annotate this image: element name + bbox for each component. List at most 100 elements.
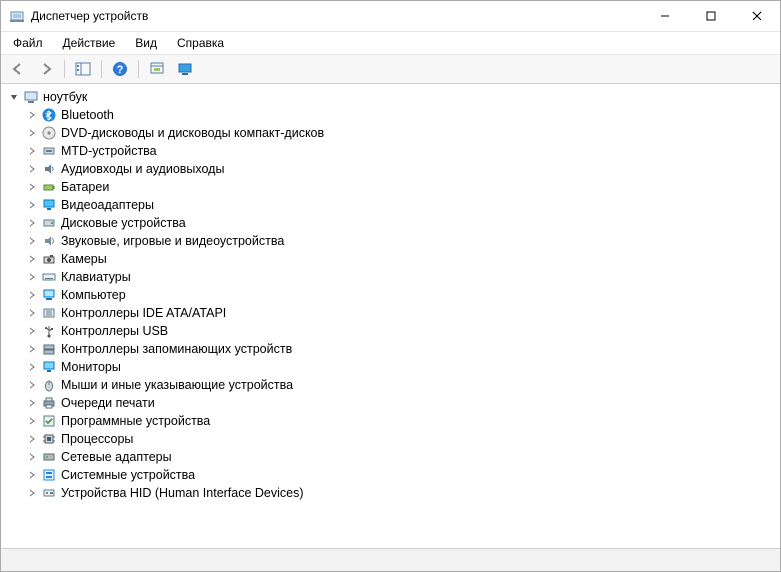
printer-icon <box>41 395 57 411</box>
tree-category-node[interactable]: Компьютер <box>3 286 778 304</box>
tree-category-node[interactable]: Клавиатуры <box>3 268 778 286</box>
tree-category-node[interactable]: Батареи <box>3 178 778 196</box>
chevron-right-icon[interactable] <box>25 108 39 122</box>
tree-category-node[interactable]: Bluetooth <box>3 106 778 124</box>
tree-category-node[interactable]: Камеры <box>3 250 778 268</box>
tree-category-label: Мыши и иные указывающие устройства <box>61 376 293 394</box>
tree-root-node[interactable]: ноутбук <box>3 88 778 106</box>
tree-category-node[interactable]: Мыши и иные указывающие устройства <box>3 376 778 394</box>
tree-category-node[interactable]: Очереди печати <box>3 394 778 412</box>
tree-category-label: Программные устройства <box>61 412 210 430</box>
chevron-right-icon[interactable] <box>25 288 39 302</box>
chevron-right-icon[interactable] <box>25 360 39 374</box>
mtd-icon <box>41 143 57 159</box>
tree-category-node[interactable]: Мониторы <box>3 358 778 376</box>
window-controls <box>642 1 780 31</box>
toolbar-separator <box>138 60 139 78</box>
tree-category-node[interactable]: Контроллеры запоминающих устройств <box>3 340 778 358</box>
menu-help[interactable]: Справка <box>169 34 232 52</box>
tree-category-node[interactable]: Системные устройства <box>3 466 778 484</box>
app-icon <box>9 8 25 24</box>
computer-icon <box>41 287 57 303</box>
chevron-right-icon[interactable] <box>25 162 39 176</box>
help-button[interactable]: ? <box>107 57 133 81</box>
window-title: Диспетчер устройств <box>31 9 642 23</box>
keyboard-icon <box>41 269 57 285</box>
tree-category-label: Процессоры <box>61 430 133 448</box>
tree-category-label: Очереди печати <box>61 394 155 412</box>
tree-category-node[interactable]: Процессоры <box>3 430 778 448</box>
tree-category-node[interactable]: MTD-устройства <box>3 142 778 160</box>
minimize-button[interactable] <box>642 1 688 31</box>
chevron-right-icon[interactable] <box>25 306 39 320</box>
tree-category-label: MTD-устройства <box>61 142 157 160</box>
device-manager-window: Диспетчер устройств Файл Действие Вид Сп… <box>0 0 781 572</box>
monitor-button[interactable] <box>172 57 198 81</box>
audio-icon <box>41 161 57 177</box>
chevron-right-icon[interactable] <box>25 198 39 212</box>
chevron-right-icon[interactable] <box>25 468 39 482</box>
tree-category-label: Контроллеры запоминающих устройств <box>61 340 292 358</box>
chevron-right-icon[interactable] <box>25 378 39 392</box>
computer-icon <box>23 89 39 105</box>
tree-category-node[interactable]: Контроллеры USB <box>3 322 778 340</box>
toolbar-separator <box>101 60 102 78</box>
chevron-right-icon[interactable] <box>25 414 39 428</box>
chevron-right-icon[interactable] <box>25 216 39 230</box>
network-icon <box>41 449 57 465</box>
tree-category-label: Компьютер <box>61 286 126 304</box>
menu-file[interactable]: Файл <box>5 34 51 52</box>
back-button[interactable] <box>5 57 31 81</box>
menu-view[interactable]: Вид <box>127 34 165 52</box>
tree-category-node[interactable]: Устройства HID (Human Interface Devices) <box>3 484 778 502</box>
chevron-right-icon[interactable] <box>25 432 39 446</box>
tree-category-node[interactable]: Звуковые, игровые и видеоустройства <box>3 232 778 250</box>
tree-category-label: Сетевые адаптеры <box>61 448 172 466</box>
tree-category-label: Видеоадаптеры <box>61 196 154 214</box>
hid-icon <box>41 485 57 501</box>
tree-category-label: Мониторы <box>61 358 121 376</box>
usb-icon <box>41 323 57 339</box>
scan-hardware-button[interactable] <box>144 57 170 81</box>
mouse-icon <box>41 377 57 393</box>
tree-category-label: Батареи <box>61 178 109 196</box>
tree-category-label: Аудиовходы и аудиовыходы <box>61 160 224 178</box>
chevron-right-icon[interactable] <box>25 396 39 410</box>
toolbar-separator <box>64 60 65 78</box>
chevron-right-icon[interactable] <box>25 252 39 266</box>
close-button[interactable] <box>734 1 780 31</box>
software-icon <box>41 413 57 429</box>
camera-icon <box>41 251 57 267</box>
cpu-icon <box>41 431 57 447</box>
chevron-right-icon[interactable] <box>25 234 39 248</box>
tree-category-node[interactable]: Аудиовходы и аудиовыходы <box>3 160 778 178</box>
tree-category-node[interactable]: Видеоадаптеры <box>3 196 778 214</box>
forward-button[interactable] <box>33 57 59 81</box>
chevron-right-icon[interactable] <box>25 450 39 464</box>
toolbar: ? <box>1 55 780 84</box>
menubar: Файл Действие Вид Справка <box>1 32 780 55</box>
chevron-right-icon[interactable] <box>25 270 39 284</box>
expand-collapse-icon[interactable] <box>7 90 21 104</box>
maximize-button[interactable] <box>688 1 734 31</box>
system-icon <box>41 467 57 483</box>
device-tree[interactable]: ноутбук BluetoothDVD-дисководы и дисково… <box>1 84 780 548</box>
tree-category-node[interactable]: DVD-дисководы и дисководы компакт-дисков <box>3 124 778 142</box>
chevron-right-icon[interactable] <box>25 486 39 500</box>
show-hide-tree-button[interactable] <box>70 57 96 81</box>
chevron-right-icon[interactable] <box>25 126 39 140</box>
chevron-right-icon[interactable] <box>25 144 39 158</box>
tree-category-node[interactable]: Дисковые устройства <box>3 214 778 232</box>
chevron-right-icon[interactable] <box>25 324 39 338</box>
chevron-right-icon[interactable] <box>25 342 39 356</box>
menu-action[interactable]: Действие <box>55 34 124 52</box>
tree-category-label: Устройства HID (Human Interface Devices) <box>61 484 304 502</box>
storagectl-icon <box>41 341 57 357</box>
battery-icon <box>41 179 57 195</box>
tree-category-node[interactable]: Сетевые адаптеры <box>3 448 778 466</box>
tree-category-node[interactable]: Контроллеры IDE ATA/ATAPI <box>3 304 778 322</box>
tree-category-node[interactable]: Программные устройства <box>3 412 778 430</box>
tree-category-label: Камеры <box>61 250 107 268</box>
chevron-right-icon[interactable] <box>25 180 39 194</box>
statusbar <box>1 548 780 571</box>
